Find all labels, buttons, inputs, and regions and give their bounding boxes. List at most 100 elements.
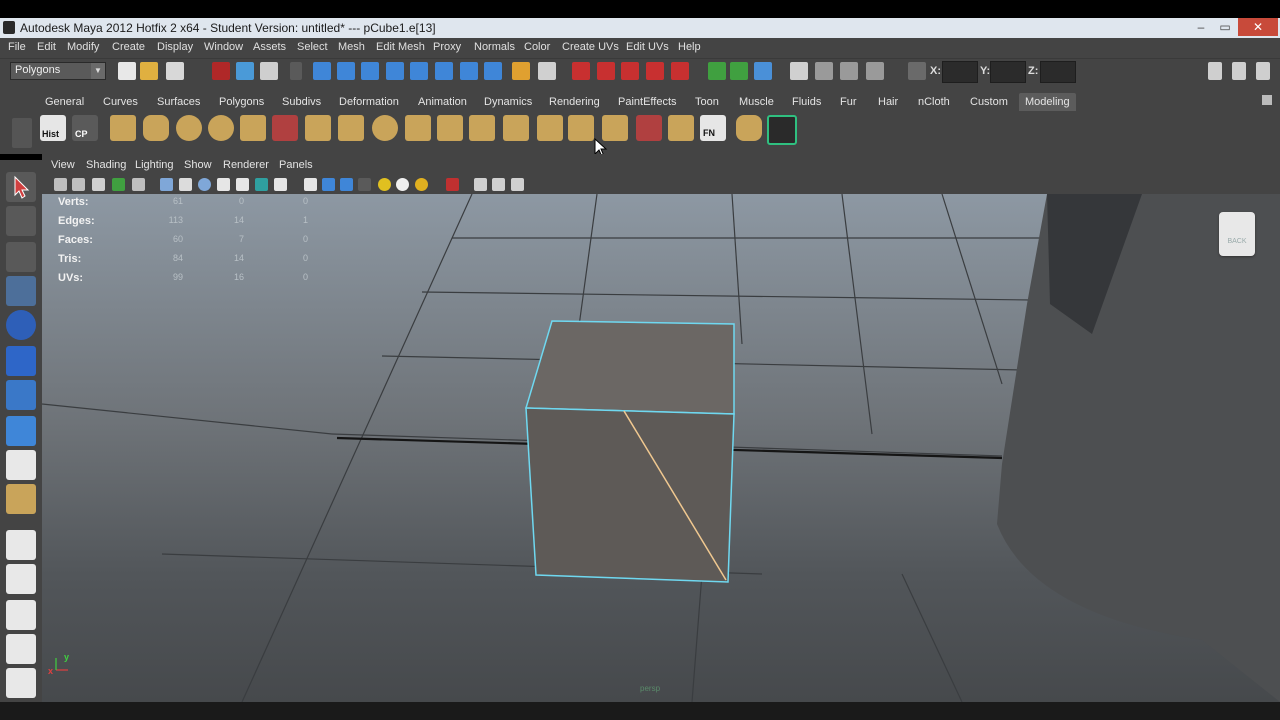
shelf-tab-painteffects[interactable]: PaintEffects <box>618 93 677 111</box>
hypershade-layout-icon[interactable] <box>6 668 36 698</box>
combine-icon[interactable] <box>503 115 529 141</box>
two-d-pan-zoom-icon[interactable] <box>132 178 145 191</box>
history-toggle-icon[interactable]: Hist <box>40 115 66 141</box>
close-button[interactable]: ✕ <box>1238 18 1278 36</box>
high-quality-icon[interactable] <box>415 178 428 191</box>
xray-icon[interactable] <box>474 178 487 191</box>
open-scene-icon[interactable] <box>140 62 158 80</box>
input-output-icon[interactable] <box>708 62 726 80</box>
backface-culling-icon[interactable] <box>511 178 524 191</box>
bookmarks-icon[interactable] <box>92 178 105 191</box>
bridge-icon[interactable] <box>305 115 331 141</box>
select-camera-icon[interactable] <box>54 178 67 191</box>
freeze-normals-icon[interactable]: FN <box>700 115 726 141</box>
menu-help[interactable]: Help <box>678 41 701 53</box>
field-chart-icon[interactable] <box>236 178 249 191</box>
move-pivot-icon[interactable] <box>636 115 662 141</box>
menu-create[interactable]: Create <box>112 41 145 53</box>
highlight-selection-icon[interactable] <box>538 62 556 80</box>
textured-icon[interactable] <box>358 178 371 191</box>
menu-normals[interactable]: Normals <box>474 41 515 53</box>
snap-point-icon[interactable] <box>621 62 639 80</box>
select-joint-icon[interactable] <box>337 62 355 80</box>
new-scene-icon[interactable] <box>118 62 136 80</box>
persp-outliner-layout-icon[interactable] <box>6 600 36 630</box>
menu-modify[interactable]: Modify <box>67 41 99 53</box>
perspective-viewport[interactable]: Verts: 61 0 0 Edges: 113 14 1 Faces: 60 … <box>42 194 1280 702</box>
shelf-tab-ncloth[interactable]: nCloth <box>918 93 950 111</box>
lasso-tool-icon[interactable] <box>6 206 36 236</box>
panel-menu-shading[interactable]: Shading <box>86 159 126 171</box>
lock-selection-icon[interactable] <box>512 62 530 80</box>
panel-menu-show[interactable]: Show <box>184 159 212 171</box>
scale-tool-icon[interactable] <box>6 346 36 376</box>
menu-edit[interactable]: Edit <box>37 41 56 53</box>
tool-settings-icon[interactable] <box>1232 62 1246 80</box>
menu-color[interactable]: Color <box>524 41 550 53</box>
menu-edit-mesh[interactable]: Edit Mesh <box>376 41 425 53</box>
shelf-tab-curves[interactable]: Curves <box>103 93 138 111</box>
smooth-shade-icon[interactable] <box>322 178 335 191</box>
select-tool-icon[interactable] <box>6 172 36 202</box>
ipr-render-icon[interactable] <box>815 62 833 80</box>
menu-file[interactable]: File <box>8 41 26 53</box>
snap-grid-icon[interactable] <box>572 62 590 80</box>
offset-edge-loop-icon[interactable] <box>437 115 463 141</box>
shelf-tab-muscle[interactable]: Muscle <box>739 93 774 111</box>
delete-history-icon[interactable] <box>736 115 762 141</box>
safe-action-icon[interactable] <box>255 178 268 191</box>
snap-view-plane-icon[interactable] <box>646 62 664 80</box>
shelf-tab-deformation[interactable]: Deformation <box>339 93 399 111</box>
shelf-tab-subdivs[interactable]: Subdivs <box>282 93 321 111</box>
snap-curve-icon[interactable] <box>597 62 615 80</box>
select-handle-icon[interactable] <box>313 62 331 80</box>
select-rendering-icon[interactable] <box>460 62 478 80</box>
insert-edge-loop-icon[interactable] <box>405 115 431 141</box>
panel-menu-panels[interactable]: Panels <box>279 159 313 171</box>
shelf-tab-fur[interactable]: Fur <box>840 93 857 111</box>
shelf-tab-modeling[interactable]: Modeling <box>1019 93 1076 111</box>
append-polygon-icon[interactable] <box>338 115 364 141</box>
shelf-tab-animation[interactable]: Animation <box>418 93 467 111</box>
shelf-tab-rendering[interactable]: Rendering <box>549 93 600 111</box>
show-manipulator-icon[interactable] <box>6 450 36 480</box>
select-object-icon[interactable] <box>236 62 254 80</box>
hypershade-icon[interactable] <box>866 62 884 80</box>
menu-mesh[interactable]: Mesh <box>338 41 365 53</box>
construction-history-icon[interactable] <box>730 62 748 80</box>
soft-modification-icon[interactable] <box>6 416 36 446</box>
panel-menu-renderer[interactable]: Renderer <box>223 159 269 171</box>
shelf-tab-surfaces[interactable]: Surfaces <box>157 93 200 111</box>
camera-attributes-icon[interactable] <box>72 178 85 191</box>
z-input[interactable] <box>1040 61 1076 83</box>
menu-assets[interactable]: Assets <box>253 41 286 53</box>
paint-select-tool-icon[interactable] <box>6 242 36 272</box>
select-misc-icon[interactable] <box>484 62 502 80</box>
film-gate-icon[interactable] <box>179 178 192 191</box>
isolate-select-icon[interactable] <box>446 178 459 191</box>
select-deformer-icon[interactable] <box>410 62 428 80</box>
shelf-tab-toon[interactable]: Toon <box>695 93 719 111</box>
xray-joints-icon[interactable] <box>492 178 505 191</box>
last-tool-icon[interactable] <box>6 484 36 514</box>
maximize-button[interactable]: ▭ <box>1212 18 1238 36</box>
shelf-menu-icon[interactable] <box>12 118 32 148</box>
poly-sphere-icon[interactable] <box>176 115 202 141</box>
separate-icon[interactable] <box>537 115 563 141</box>
save-scene-icon[interactable] <box>166 62 184 80</box>
make-live-icon[interactable] <box>671 62 689 80</box>
render-view-icon[interactable] <box>754 62 772 80</box>
shadows-icon[interactable] <box>396 178 409 191</box>
safe-title-icon[interactable] <box>274 178 287 191</box>
universal-manipulator-icon[interactable] <box>6 380 36 410</box>
merge-vertices-icon[interactable] <box>272 115 298 141</box>
view-cube[interactable]: BACK <box>1219 212 1255 256</box>
extrude-icon[interactable] <box>240 115 266 141</box>
shelf-tab-fluids[interactable]: Fluids <box>792 93 821 111</box>
multi-cut-icon[interactable] <box>568 115 594 141</box>
shelf-options-icon[interactable] <box>1262 95 1272 105</box>
persp-graph-layout-icon[interactable] <box>6 634 36 664</box>
shelf-tab-general[interactable]: General <box>45 93 84 111</box>
shelf-tab-dynamics[interactable]: Dynamics <box>484 93 532 111</box>
menu-select[interactable]: Select <box>297 41 328 53</box>
